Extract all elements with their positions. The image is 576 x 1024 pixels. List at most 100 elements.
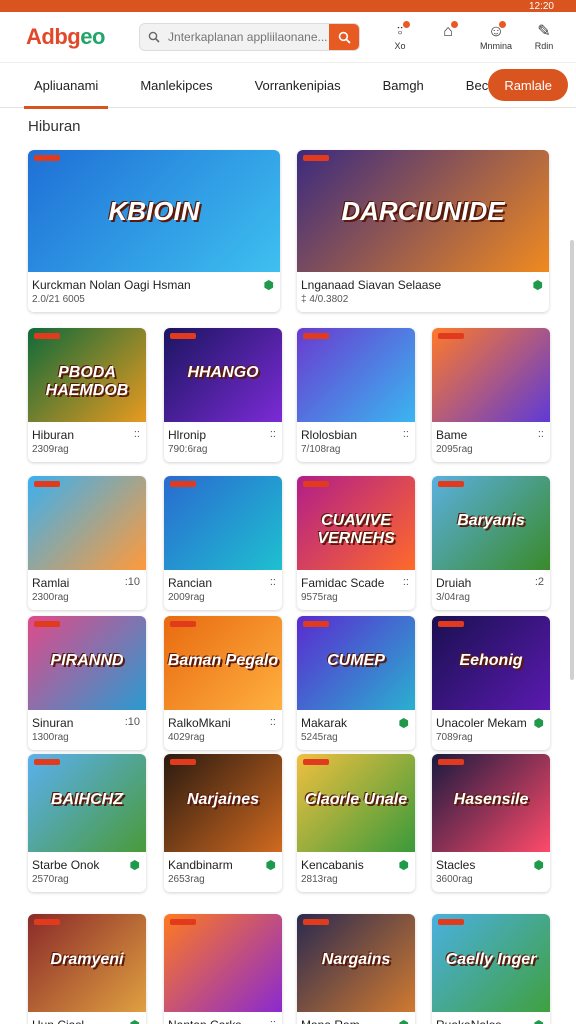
app-name: Starbe Onok [32, 858, 100, 872]
app-thumbnail[interactable]: KBIOIN [28, 150, 280, 272]
app-thumbnail[interactable] [164, 914, 282, 1012]
tab-pill-button[interactable]: Ramlale [488, 69, 568, 101]
install-icon[interactable]: ⬢ [130, 1018, 140, 1024]
new-badge [303, 155, 329, 161]
app-card[interactable]: CUMEP Makarak 5245rag ⬢ [297, 616, 415, 750]
app-card[interactable]: Rancian 2009rag:: [164, 476, 282, 610]
app-size: 9575rag [301, 592, 338, 603]
app-thumbnail[interactable]: HHANGO [164, 328, 282, 422]
app-card[interactable]: Nargains Mana Ram ⬢ [297, 914, 415, 1024]
install-icon[interactable]: ⬢ [534, 1018, 544, 1024]
app-thumbnail[interactable] [164, 476, 282, 570]
app-thumbnail[interactable]: Nargains [297, 914, 415, 1012]
header-actions: ⍤ Xo ⌂ ☺ Mnmina ✎ Rdin [380, 21, 564, 51]
app-card[interactable]: Ramlai 2300rag:10 [28, 476, 146, 610]
edit-button[interactable]: ✎ Rdin [524, 23, 564, 51]
app-card[interactable]: PIRANND Sinuran 1300rag:10 [28, 616, 146, 750]
app-thumbnail[interactable]: Eehonig [432, 616, 550, 710]
more-options-icon[interactable]: :: [270, 576, 276, 588]
more-options-icon[interactable]: :: [270, 428, 276, 440]
profile-button[interactable]: ☺ Mnmina [476, 21, 516, 51]
app-thumbnail[interactable]: Dramyeni [28, 914, 146, 1012]
tab-0[interactable]: Apliuanami [24, 62, 109, 109]
install-icon[interactable]: ⬢ [399, 1018, 409, 1024]
thumbnail-title-art: Hasensile [453, 791, 529, 809]
new-badge [438, 759, 464, 765]
new-badge [170, 621, 196, 627]
app-thumbnail[interactable]: BAIHCHZ [28, 754, 146, 852]
app-card[interactable]: Hasensile Stacles 3600rag ⬢ [432, 754, 550, 892]
app-card[interactable]: Rlolosbian 7/108rag:: [297, 328, 415, 462]
alert-button[interactable]: ⍤ Xo [380, 21, 420, 51]
search-bar [139, 23, 360, 51]
search-button[interactable] [329, 24, 359, 50]
app-card[interactable]: BAIHCHZ Starbe Onok 2570rag ⬢ [28, 754, 146, 892]
app-card[interactable]: HHANGO Hlronip 790:6rag:: [164, 328, 282, 462]
app-name: Kandbinarm [168, 858, 233, 872]
app-thumbnail[interactable]: CUAVIVE VERNEHS [297, 476, 415, 570]
app-thumbnail[interactable]: PBODA HAEMDOB [28, 328, 146, 422]
new-badge [34, 155, 60, 161]
more-options-icon[interactable]: :: [403, 428, 409, 440]
tab-2[interactable]: Vorrankenipias [245, 62, 351, 108]
app-card[interactable]: DARCIUNIDE Lnganaad Siavan Selaase ‡ 4/0.3… [297, 150, 549, 312]
app-card[interactable]: Narjaines Kandbinarm 2653rag ⬢ [164, 754, 282, 892]
app-thumbnail[interactable]: Baman Pegalo [164, 616, 282, 710]
more-options-icon[interactable]: :10 [125, 576, 140, 588]
app-size: 2570rag [32, 874, 69, 885]
install-icon[interactable]: ⬢ [399, 858, 409, 872]
app-card[interactable]: Dramyeni Hun Ciasl ⬢ [28, 914, 146, 1024]
home-button[interactable]: ⌂ [428, 21, 468, 51]
tab-1[interactable]: Manlekipces [130, 62, 222, 108]
app-thumbnail[interactable]: Claorle Unale [297, 754, 415, 852]
app-card[interactable]: CUAVIVE VERNEHS Famidac Scade 9575rag:: [297, 476, 415, 610]
install-icon[interactable]: ⬢ [264, 278, 274, 292]
install-icon[interactable]: ⬢ [533, 278, 543, 292]
app-card[interactable]: PBODA HAEMDOB Hiburan 2309rag:: [28, 328, 146, 462]
app-card[interactable]: Baryanis Druiah 3/04rag:2 [432, 476, 550, 610]
app-thumbnail[interactable]: PIRANND [28, 616, 146, 710]
more-options-icon[interactable]: :2 [535, 576, 544, 588]
app-card[interactable]: Bame 2095rag:: [432, 328, 550, 462]
install-icon[interactable]: ⬢ [266, 858, 276, 872]
more-options-icon[interactable]: :: [134, 428, 140, 440]
status-bar: 12:20 [0, 0, 576, 12]
more-options-icon[interactable]: :: [270, 1018, 276, 1024]
more-options-icon[interactable]: :: [403, 576, 409, 588]
new-badge [34, 919, 60, 925]
app-logo[interactable]: Adbgeo [26, 24, 129, 50]
install-icon[interactable]: ⬢ [534, 858, 544, 872]
thumbnail-title-art: CUMEP [327, 651, 385, 669]
app-name: Hun Ciasl [32, 1018, 84, 1024]
install-icon[interactable]: ⬢ [534, 716, 544, 730]
app-thumbnail[interactable]: Caelly Inger [432, 914, 550, 1012]
app-thumbnail[interactable]: CUMEP [297, 616, 415, 710]
scrollbar[interactable] [570, 240, 574, 680]
app-name: Makarak [301, 716, 348, 730]
new-badge [303, 759, 329, 765]
app-card[interactable]: Claorle Unale Kencabanis 2813rag ⬢ [297, 754, 415, 892]
app-thumbnail[interactable]: Hasensile [432, 754, 550, 852]
app-card[interactable]: Baman Pegalo RalkoMkani 4029rag:: [164, 616, 282, 750]
app-thumbnail[interactable]: Narjaines [164, 754, 282, 852]
more-options-icon[interactable]: :: [538, 428, 544, 440]
install-icon[interactable]: ⬢ [399, 716, 409, 730]
app-thumbnail[interactable] [297, 328, 415, 422]
app-card[interactable]: Caelly Inger RuakaNalos ⬢ [432, 914, 550, 1024]
new-badge [34, 333, 60, 339]
new-badge [34, 481, 60, 487]
app-card[interactable]: KBIOIN Kurckman Nolan Oagi Hsman 2.0/21 60… [28, 150, 280, 312]
app-card[interactable]: Eehonig Unacoler Mekam 7089rag ⬢ [432, 616, 550, 750]
search-input[interactable] [168, 30, 329, 44]
app-thumbnail[interactable] [432, 328, 550, 422]
more-options-icon[interactable]: :10 [125, 716, 140, 728]
app-thumbnail[interactable] [28, 476, 146, 570]
app-thumbnail[interactable]: DARCIUNIDE [297, 150, 549, 272]
new-badge [170, 481, 196, 487]
install-icon[interactable]: ⬢ [130, 858, 140, 872]
app-thumbnail[interactable]: Baryanis [432, 476, 550, 570]
tab-3[interactable]: Bamgh [373, 62, 434, 108]
more-options-icon[interactable]: :: [270, 716, 276, 728]
app-size: 2095rag [436, 444, 473, 455]
app-card[interactable]: Nantan Carks:: [164, 914, 282, 1024]
